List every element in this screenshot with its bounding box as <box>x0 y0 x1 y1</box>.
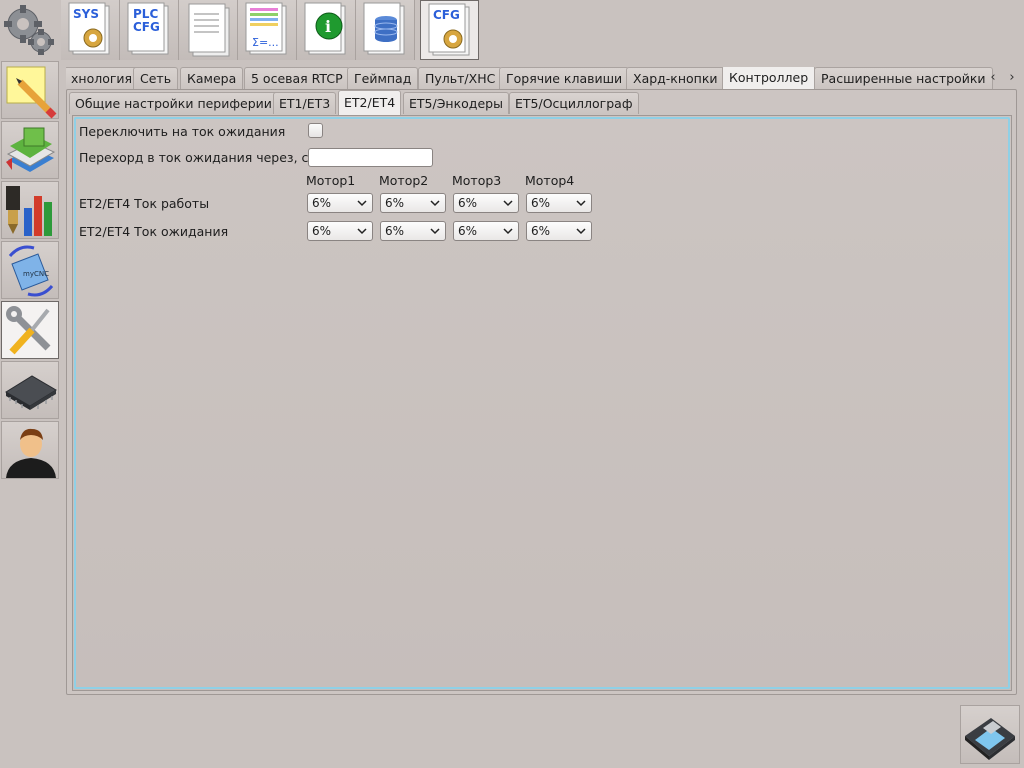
table-sum-doc-icon: Σ=... <box>245 2 287 55</box>
motor3-header: Мотор3 <box>452 173 502 188</box>
subtab-general-peripherals[interactable]: Общие настройки периферии <box>69 92 278 114</box>
svg-text:CFG: CFG <box>433 8 460 22</box>
run-current-motor3-value: 6% <box>458 196 478 210</box>
subtab-et5-encoders[interactable]: ET5/Энкодеры <box>403 92 509 114</box>
chevron-down-icon <box>503 200 513 207</box>
standby-switch-label: Переключить на ток ожидания <box>79 124 286 139</box>
chip-icon <box>5 375 57 410</box>
library-button[interactable] <box>1 121 59 179</box>
wrench-screwdriver-icon <box>6 306 51 355</box>
main-tabbar: хнология Сеть Камера 5 осевая RTCP Геймп… <box>66 67 1020 89</box>
chevron-down-icon <box>576 228 586 235</box>
idle-current-motor1-select[interactable]: 6% <box>307 221 373 241</box>
chevron-down-icon <box>503 228 513 235</box>
chevron-down-icon <box>576 200 586 207</box>
floppy-disk-icon <box>965 718 1015 760</box>
tab-gamepad[interactable]: Геймпад <box>347 67 419 89</box>
run-current-motor1-value: 6% <box>312 196 332 210</box>
svg-text:myCNC: myCNC <box>23 270 49 278</box>
subtab-et2-et4[interactable]: ET2/ET4 <box>338 90 402 115</box>
tab-camera[interactable]: Камера <box>180 67 244 89</box>
standby-switch-checkbox[interactable] <box>308 123 323 138</box>
idle-current-motor1-value: 6% <box>312 224 332 238</box>
idle-current-motor3-value: 6% <box>458 224 478 238</box>
tab-pendant-xhc[interactable]: Пульт/XHC <box>418 67 503 89</box>
idle-current-motor4-value: 6% <box>531 224 551 238</box>
notes-button[interactable] <box>1 61 59 119</box>
standby-delay-label: Перехорд в ток ожидания через, сек <box>79 150 324 165</box>
gears-icon <box>4 5 54 55</box>
tab-scroll-right-icon[interactable]: › <box>1004 68 1020 88</box>
subtab-et1-et3[interactable]: ET1/ET3 <box>273 92 337 114</box>
info-doc-icon: i <box>304 2 346 55</box>
idle-current-motor2-value: 6% <box>385 224 405 238</box>
tab-hard-buttons[interactable]: Хард-кнопки <box>626 67 725 89</box>
document-button[interactable] <box>179 0 238 60</box>
svg-text:SYS: SYS <box>73 7 99 21</box>
save-button[interactable] <box>960 705 1020 764</box>
info-button[interactable]: i <box>297 0 356 60</box>
chevron-down-icon <box>357 228 367 235</box>
rotate-mycnc-icon: myCNC <box>8 245 54 297</box>
motor4-header: Мотор4 <box>525 173 575 188</box>
tools-chart-button[interactable] <box>1 181 59 239</box>
chevron-down-icon <box>430 200 440 207</box>
settings-gears-button[interactable] <box>1 0 59 58</box>
blank-doc-icon <box>188 3 230 57</box>
svg-text:PLC: PLC <box>133 7 158 21</box>
cfg-button[interactable]: CFG <box>420 0 479 60</box>
tab-technology[interactable]: хнология <box>66 67 140 89</box>
chevron-down-icon <box>357 200 367 207</box>
variables-table-button[interactable]: Σ=... <box>238 0 297 60</box>
controller-chip-button[interactable] <box>1 361 59 419</box>
service-tools-button[interactable] <box>1 301 59 359</box>
motor2-header: Мотор2 <box>379 173 429 188</box>
svg-text:i: i <box>325 17 331 36</box>
svg-text:Σ=...: Σ=... <box>252 36 279 49</box>
note-pencil-icon <box>6 66 57 119</box>
run-current-label: ET2/ET4 Ток работы <box>79 196 210 211</box>
tab-scroll-left-icon[interactable]: ‹ <box>985 68 1001 88</box>
tab-network[interactable]: Сеть <box>133 67 179 89</box>
database-doc-icon <box>363 2 405 55</box>
tab-controller[interactable]: Контроллер <box>722 67 816 89</box>
svg-text:CFG: CFG <box>133 20 160 34</box>
motor1-header: Мотор1 <box>306 173 356 188</box>
run-current-motor3-select[interactable]: 6% <box>453 193 519 213</box>
left-sidebar: myCNC <box>0 0 60 480</box>
standby-delay-input[interactable] <box>308 148 433 167</box>
tool-chart-icon <box>6 186 52 236</box>
chevron-down-icon <box>430 228 440 235</box>
database-button[interactable] <box>356 0 415 60</box>
books-icon <box>6 127 56 172</box>
cfg-gear-doc-icon: CFG <box>428 3 470 56</box>
idle-current-motor3-select[interactable]: 6% <box>453 221 519 241</box>
idle-current-motor4-select[interactable]: 6% <box>526 221 592 241</box>
sys-gear-doc-icon: SYS <box>68 2 110 55</box>
run-current-motor1-select[interactable]: 6% <box>307 193 373 213</box>
sub-tabbar: Общие настройки периферии ET1/ET3 ET2/ET… <box>69 90 769 115</box>
user-profile-button[interactable] <box>1 421 59 479</box>
run-current-motor4-select[interactable]: 6% <box>526 193 592 213</box>
tab-rtcp[interactable]: 5 осевая RTCP <box>244 67 350 89</box>
idle-current-label: ET2/ET4 Ток ожидания <box>79 224 229 239</box>
run-current-motor2-value: 6% <box>385 196 405 210</box>
tab-hotkeys[interactable]: Горячие клавиши <box>499 67 630 89</box>
plc-cfg-doc-icon: PLC CFG <box>127 2 169 55</box>
tab-advanced-settings[interactable]: Расширенные настройки <box>814 67 993 89</box>
rotate-mycnc-button[interactable]: myCNC <box>1 241 59 299</box>
run-current-motor4-value: 6% <box>531 196 551 210</box>
user-icon <box>6 428 56 478</box>
idle-current-motor2-select[interactable]: 6% <box>380 221 446 241</box>
sys-config-button[interactable]: SYS <box>61 0 120 60</box>
plc-config-button[interactable]: PLC CFG <box>120 0 179 60</box>
subtab-et5-oscilloscope[interactable]: ET5/Осциллограф <box>509 92 639 114</box>
run-current-motor2-select[interactable]: 6% <box>380 193 446 213</box>
